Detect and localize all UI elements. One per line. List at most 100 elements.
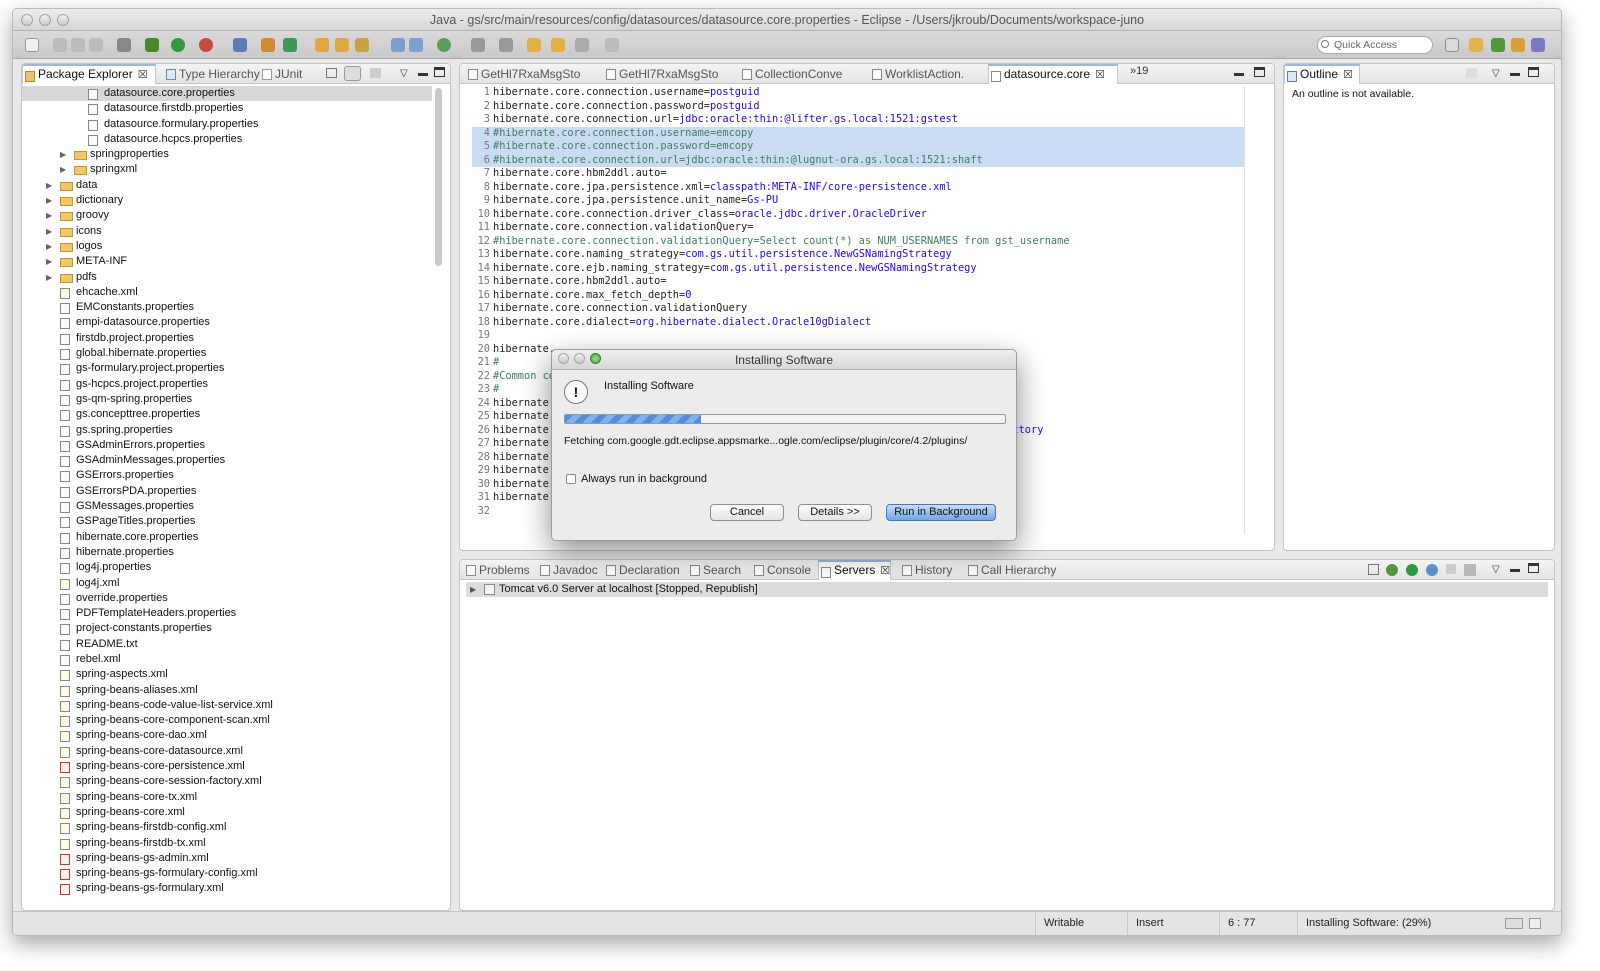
save-icon[interactable] [53, 38, 67, 52]
tree-item[interactable]: GSPageTitles.properties [22, 514, 432, 529]
tab-javadoc[interactable]: Javadoc [538, 560, 598, 580]
tree-item[interactable]: rebel.xml [22, 652, 432, 667]
tree-item[interactable]: spring-beans-firstdb-config.xml [22, 820, 432, 835]
expand-twistie-icon[interactable]: ▶ [46, 178, 52, 193]
dialog-minimize-button[interactable] [574, 353, 585, 364]
code-line[interactable]: 11 hibernate.core.connection.validationQu… [472, 221, 1244, 235]
tree-item[interactable]: spring-beans-firstdb-tx.xml [22, 836, 432, 851]
tree-item[interactable]: spring-beans-aliases.xml [22, 683, 432, 698]
code-line[interactable]: 18 hibernate.core.dialect=org.hibernate.d… [472, 316, 1244, 330]
code-line[interactable]: 12 #hibernate.core.connection.validationQ… [472, 235, 1244, 249]
new-class-icon[interactable] [283, 38, 297, 52]
last-edit-icon[interactable] [471, 38, 485, 52]
tree-item[interactable]: ▶ groovy [22, 208, 432, 223]
tree-item[interactable]: ▶ springproperties [22, 147, 432, 162]
open-resource-icon[interactable] [335, 38, 349, 52]
editor-tab-gethl7-1[interactable]: GetHl7RxaMsgSto [466, 64, 580, 84]
expand-twistie-icon[interactable]: ▶ [60, 162, 66, 177]
view-menu-icon[interactable]: ▽ [1492, 564, 1500, 575]
code-line[interactable]: 19 [472, 329, 1244, 343]
code-line[interactable]: 13 hibernate.core.naming_strategy=com.gs.… [472, 248, 1244, 262]
tree-item[interactable]: PDFTemplateHeaders.properties [22, 606, 432, 621]
close-window-button[interactable] [21, 14, 33, 26]
tree-item[interactable]: GSErrorsPDA.properties [22, 484, 432, 499]
tree-item[interactable]: override.properties [22, 591, 432, 606]
close-tab-icon[interactable]: ☒ [1095, 69, 1105, 81]
outline-toolbar-icon[interactable] [1466, 68, 1477, 78]
tree-item[interactable]: gs.spring.properties [22, 423, 432, 438]
status-progress-text[interactable]: Installing Software: (29%) [1297, 912, 1497, 935]
code-line[interactable]: 5 #hibernate.core.connection.password=emc… [472, 140, 1244, 154]
tree-item[interactable]: ▶ springxml [22, 162, 432, 177]
tree-item[interactable]: ehcache.xml [22, 285, 432, 300]
code-line[interactable]: 4 #hibernate.core.connection.username=emc… [472, 126, 1244, 140]
dialog-close-button[interactable] [558, 353, 569, 364]
tree-item[interactable]: hibernate.properties [22, 545, 432, 560]
trim-stack-icon[interactable] [1529, 918, 1541, 929]
minimize-editor-icon[interactable]: ▬ [1234, 68, 1244, 79]
expand-twistie-icon[interactable]: ▶ [46, 193, 52, 208]
tree-item[interactable]: GSAdminMessages.properties [22, 453, 432, 468]
toggle-mark-occurrences-icon[interactable] [391, 38, 405, 52]
expand-twistie-icon[interactable]: ▶ [46, 224, 52, 239]
editor-tab-collectionconve[interactable]: CollectionConve [740, 64, 842, 84]
code-line[interactable]: 8 hibernate.core.jpa.persistence.xml=clas… [472, 181, 1244, 195]
view-menu-icon[interactable]: ▽ [1492, 68, 1500, 79]
start-server-icon[interactable] [1406, 564, 1418, 576]
expand-twistie-icon[interactable]: ▶ [470, 582, 476, 597]
tab-package-explorer[interactable]: Package Explorer ☒ [22, 64, 156, 84]
tree-item[interactable]: GSAdminErrors.properties [22, 438, 432, 453]
tab-outline[interactable]: Outline ☒ [1284, 64, 1360, 84]
code-line[interactable]: 7 hibernate.core.hbm2ddl.auto= [472, 167, 1244, 181]
code-line[interactable]: 10 hibernate.core.connection.driver_class… [472, 208, 1244, 222]
tree-item[interactable]: spring-beans-core-component-scan.xml [22, 713, 432, 728]
tree-item[interactable]: datasource.hcpcs.properties [22, 132, 432, 147]
open-perspective-icon[interactable] [1445, 38, 1459, 52]
svn-perspective-icon[interactable] [1531, 38, 1545, 52]
code-line[interactable]: 15 hibernate.core.hbm2ddl.auto= [472, 275, 1244, 289]
view-menu-icon[interactable]: ▽ [400, 68, 408, 79]
tree-item[interactable]: gs.concepttree.properties [22, 407, 432, 422]
tree-item[interactable]: ▶ dictionary [22, 193, 432, 208]
tab-call-hierarchy[interactable]: Call Hierarchy [966, 560, 1056, 580]
forward-icon[interactable] [575, 38, 589, 52]
back-dropdown-icon[interactable] [551, 38, 565, 52]
tree-item[interactable]: spring-beans-core.xml [22, 805, 432, 820]
editor-tab-worklistaction[interactable]: WorklistAction. [870, 64, 964, 84]
stop-server-icon[interactable] [1446, 564, 1456, 574]
java-perspective-icon[interactable] [1511, 38, 1525, 52]
link-with-editor-icon[interactable] [344, 66, 361, 81]
new-java-project-icon[interactable] [261, 38, 275, 52]
code-line[interactable]: 2 hibernate.core.connection.password=post… [472, 100, 1244, 114]
quick-access-input[interactable]: Quick Access [1317, 36, 1433, 54]
tree-item[interactable]: datasource.firstdb.properties [22, 101, 432, 116]
tree-item[interactable]: ▶ data [22, 178, 432, 193]
editor-tab-datasource-core[interactable]: datasource.core ☒ [988, 64, 1118, 84]
publish-icon[interactable] [1464, 564, 1476, 576]
tree-item[interactable]: ▶ icons [22, 224, 432, 239]
tab-problems[interactable]: Problems [464, 560, 530, 580]
more-tabs-button[interactable]: »19 [1130, 65, 1148, 77]
new-icon[interactable] [25, 38, 39, 52]
profile-server-icon[interactable] [1426, 564, 1438, 576]
run-in-background-button[interactable]: Run in Background [886, 504, 996, 521]
next-annotation-icon[interactable] [437, 38, 451, 52]
details-button[interactable]: Details >> [798, 504, 872, 521]
code-line[interactable]: 16 hibernate.core.max_fetch_depth=0 [472, 289, 1244, 303]
tree-item[interactable]: spring-beans-gs-formulary-config.xml [22, 866, 432, 881]
tree-item[interactable]: EMConstants.properties [22, 300, 432, 315]
tree-item[interactable]: hibernate.core.properties [22, 530, 432, 545]
tree-item[interactable]: ▶ pdfs [22, 270, 432, 285]
close-tab-icon[interactable]: ☒ [138, 69, 148, 81]
tab-type-hierarchy[interactable]: Type Hierarchy [164, 64, 260, 84]
tree-item[interactable]: datasource.core.properties [22, 86, 432, 102]
code-line[interactable]: 1 hibernate.core.connection.username=post… [472, 86, 1244, 100]
tab-junit[interactable]: JUnit [260, 64, 302, 84]
maximize-view-icon[interactable] [1528, 563, 1539, 573]
expand-twistie-icon[interactable]: ▶ [46, 208, 52, 223]
tab-console[interactable]: Console [752, 560, 811, 580]
tree-item[interactable]: GSErrors.properties [22, 468, 432, 483]
external-tools-icon[interactable] [199, 38, 213, 52]
pin-editor-icon[interactable] [605, 38, 619, 52]
tree-item[interactable]: log4j.properties [22, 560, 432, 575]
